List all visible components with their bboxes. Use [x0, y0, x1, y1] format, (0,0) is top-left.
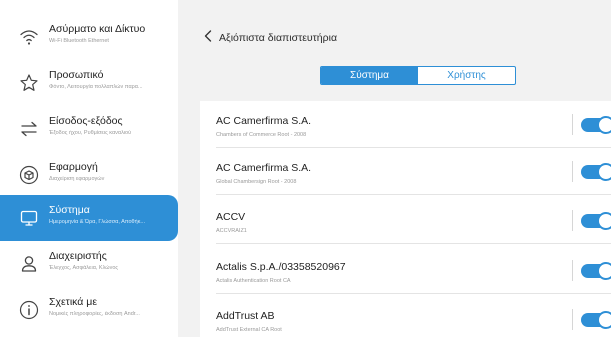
- sidebar-item-subtitle: Νομικές πληροφορίες, έκδοση Andr...: [49, 311, 140, 317]
- certificate-list: AC Camerfirma S.A. Chambers of Commerce …: [200, 101, 611, 337]
- certificate-title: AC Camerfirma S.A.: [216, 162, 312, 174]
- divider: [572, 114, 573, 135]
- settings-sidebar: Ασύρματο και Δίκτυο Wi-Fi Bluetooth Ethe…: [0, 0, 178, 337]
- certificate-toggle[interactable]: [581, 212, 611, 230]
- sidebar-item-subtitle: Έλεγχος, Ασφάλεια, Κλώνος: [49, 265, 119, 271]
- info-icon: [16, 297, 42, 323]
- certificate-toggle[interactable]: [581, 163, 611, 181]
- row-separator: [216, 293, 611, 294]
- sidebar-item-administrator[interactable]: Διαχειριστής Έλεγχος, Ασφάλεια, Κλώνος: [0, 241, 178, 287]
- monitor-icon: [16, 205, 42, 231]
- sidebar-item-title: Εφαρμογή: [49, 161, 98, 173]
- divider: [572, 210, 573, 231]
- divider: [572, 161, 573, 182]
- certificate-subtitle: Chambers of Commerce Root - 2008: [216, 132, 307, 138]
- certificate-subtitle: AddTrust External CA Root: [216, 327, 282, 333]
- sidebar-item-subtitle: Wi-Fi Bluetooth Ethernet: [49, 38, 109, 44]
- certificate-title: AC Camerfirma S.A.: [216, 115, 312, 127]
- input-output-icon: [16, 116, 42, 142]
- certificate-row: AC Camerfirma S.A. Chambers of Commerce …: [200, 101, 611, 148]
- tab-user[interactable]: Χρήστης: [418, 67, 515, 84]
- sidebar-item-title: Σχετικά με: [49, 296, 98, 308]
- sidebar-item-input-output[interactable]: Είσοδος-εξόδος Έξοδος ήχου, Ρυθμίσεις κα…: [0, 106, 178, 152]
- sidebar-item-subtitle: Φόντο, Λειτουργία πολλαπλών παρα...: [49, 84, 143, 90]
- certificate-row: AddTrust AB AddTrust External CA Root: [200, 296, 611, 337]
- wifi-icon: [16, 24, 42, 50]
- sidebar-item-subtitle: Διαχείριση εφαρμογών: [49, 176, 105, 182]
- page-title: Αξιόπιστα διαπιστευτήρια: [219, 32, 338, 44]
- divider: [572, 260, 573, 281]
- star-icon: [16, 70, 42, 96]
- app-cube-icon: [16, 162, 42, 188]
- certificate-toggle[interactable]: [581, 311, 611, 329]
- tab-system[interactable]: Σύστημα: [321, 67, 418, 84]
- row-separator: [216, 194, 611, 195]
- certificate-toggle[interactable]: [581, 116, 611, 134]
- certificate-title: ACCV: [216, 211, 246, 223]
- sidebar-item-title: Διαχειριστής: [49, 250, 107, 262]
- sidebar-item-personal[interactable]: Προσωπικό Φόντο, Λειτουργία πολλαπλών πα…: [0, 60, 178, 106]
- certificate-subtitle: Actalis Authentication Root CA: [216, 278, 291, 284]
- row-separator: [216, 243, 611, 244]
- toggle-knob: [597, 163, 611, 181]
- certificate-row: ACCV ACCVRAIZ1: [200, 197, 611, 244]
- sidebar-item-title: Ασύρματο και Δίκτυο: [49, 23, 146, 35]
- certificate-row: Actalis S.p.A./03358520967 Actalis Authe…: [200, 247, 611, 294]
- sidebar-item-title: Είσοδος-εξόδος: [49, 115, 123, 127]
- user-icon: [16, 251, 42, 277]
- toggle-knob: [597, 212, 611, 230]
- sidebar-item-application[interactable]: Εφαρμογή Διαχείριση εφαρμογών: [0, 152, 178, 198]
- back-header: Αξιόπιστα διαπιστευτήρια: [204, 29, 337, 47]
- sidebar-item-subtitle: Έξοδος ήχου, Ρυθμίσεις καναλιού: [49, 130, 132, 136]
- sidebar-item-wireless-network[interactable]: Ασύρματο και Δίκτυο Wi-Fi Bluetooth Ethe…: [0, 14, 178, 60]
- divider: [572, 309, 573, 330]
- certificate-subtitle: ACCVRAIZ1: [216, 228, 247, 234]
- certificate-row: AC Camerfirma S.A. Global Chambersign Ro…: [200, 148, 611, 195]
- credential-scope-segmented-control: Σύστημα Χρήστης: [320, 66, 516, 85]
- sidebar-item-title: Προσωπικό: [49, 69, 104, 81]
- sidebar-item-system[interactable]: Σύστημα Ημερομηνία & Ώρα, Γλώσσα, Αποθήκ…: [0, 195, 178, 241]
- toggle-knob: [597, 311, 611, 329]
- toggle-knob: [597, 116, 611, 134]
- sidebar-item-subtitle: Ημερομηνία & Ώρα, Γλώσσα, Αποθήκ...: [49, 219, 145, 225]
- main-panel: Αξιόπιστα διαπιστευτήρια Σύστημα Χρήστης…: [178, 0, 611, 337]
- sidebar-item-title: Σύστημα: [49, 204, 90, 216]
- certificate-title: AddTrust AB: [216, 310, 275, 322]
- toggle-knob: [597, 262, 611, 280]
- chevron-left-icon[interactable]: [204, 29, 212, 47]
- certificate-subtitle: Global Chambersign Root - 2008: [216, 179, 297, 185]
- certificate-toggle[interactable]: [581, 262, 611, 280]
- certificate-title: Actalis S.p.A./03358520967: [216, 261, 346, 273]
- sidebar-item-about[interactable]: Σχετικά με Νομικές πληροφορίες, έκδοση A…: [0, 287, 178, 333]
